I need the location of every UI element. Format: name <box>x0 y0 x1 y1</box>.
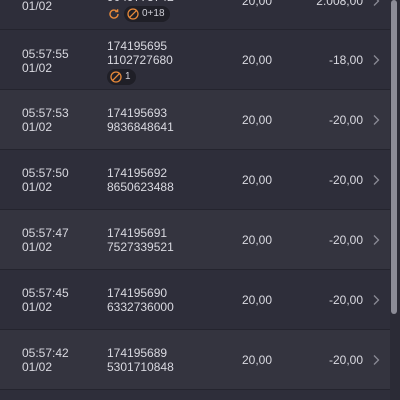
chevron-right-icon[interactable] <box>370 294 382 306</box>
transaction-row[interactable]: 05:57:50 01/02 174195692 8650623488 20,0… <box>0 150 390 210</box>
chevron-right-icon[interactable] <box>370 174 382 186</box>
row-date-value: 01/02 <box>22 360 53 374</box>
bonus-badge: 1 <box>107 69 136 85</box>
row-date-value: 01/02 <box>22 61 53 75</box>
row-bet-id-2: 9836848641 <box>107 120 174 134</box>
row-bet-id-1: 174195691 <box>107 226 168 240</box>
row-bet-id-1: 174195695 <box>107 39 168 53</box>
row-time: 05:57:45 01/02 <box>22 286 69 314</box>
row-stake: 20,00 <box>241 0 272 8</box>
transaction-row[interactable] <box>0 390 390 400</box>
row-stake: 20,00 <box>241 173 272 187</box>
row-time: 05:57:53 01/02 <box>22 106 69 134</box>
transaction-row[interactable]: 05:57:47 01/02 174195691 7527339521 20,0… <box>0 210 390 270</box>
chevron-right-icon[interactable] <box>370 114 382 126</box>
row-date-value: 01/02 <box>22 120 53 134</box>
transaction-row[interactable]: 01/02 9049773742 0+18 20,00 2.008,00 <box>0 0 390 30</box>
row-date-value: 01/02 <box>22 0 53 13</box>
row-ids: 174195693 9836848641 <box>107 106 174 134</box>
row-date-value: 01/02 <box>22 180 53 194</box>
no-entry-icon <box>109 70 123 84</box>
row-result: -20,00 <box>328 293 363 307</box>
row-badges: 1 <box>107 69 173 85</box>
row-time: 05:57:50 01/02 <box>22 166 69 194</box>
bonus-badge: 0+18 <box>124 6 170 22</box>
row-result: -20,00 <box>328 353 363 367</box>
row-bet-id-2: 8650623488 <box>107 180 174 194</box>
transaction-row[interactable]: 05:57:53 01/02 174195693 9836848641 20,0… <box>0 90 390 150</box>
row-time-value: 05:57:50 <box>22 166 69 180</box>
row-time-value: 05:57:47 <box>22 226 69 240</box>
refresh-icon <box>107 7 121 21</box>
row-bet-id-2: 9049773742 <box>107 0 174 4</box>
row-time-value: 05:57:53 <box>22 106 69 120</box>
row-result: -20,00 <box>328 113 363 127</box>
row-time: 05:57:42 01/02 <box>22 346 69 374</box>
row-ids: 174195692 8650623488 <box>107 166 174 194</box>
badge-count: 0+18 <box>142 8 165 19</box>
row-stake: 20,00 <box>241 293 272 307</box>
row-badges: 0+18 <box>107 6 174 22</box>
row-ids: 9049773742 0+18 <box>107 0 174 22</box>
row-bet-id-1: 174195689 <box>107 346 168 360</box>
row-stake: 20,00 <box>241 353 272 367</box>
row-date-value: 01/02 <box>22 300 53 314</box>
row-stake: 20,00 <box>241 113 272 127</box>
transaction-row[interactable]: 05:57:42 01/02 174195689 5301710848 20,0… <box>0 330 390 390</box>
scrollbar[interactable] <box>391 0 397 314</box>
row-stake: 20,00 <box>241 53 272 67</box>
row-bet-id-1: 174195690 <box>107 286 168 300</box>
chevron-right-icon[interactable] <box>370 54 382 66</box>
row-result: -20,00 <box>328 233 363 247</box>
row-bet-id-2: 7527339521 <box>107 240 174 254</box>
chevron-right-icon[interactable] <box>370 0 382 7</box>
row-ids: 174195695 1102727680 1 <box>107 39 173 85</box>
transaction-row[interactable]: 05:57:45 01/02 174195690 6332736000 20,0… <box>0 270 390 330</box>
row-ids: 174195690 6332736000 <box>107 286 174 314</box>
row-bet-id-1: 174195693 <box>107 106 168 120</box>
row-time-value: 05:57:42 <box>22 346 69 360</box>
row-ids: 174195691 7527339521 <box>107 226 174 254</box>
row-bet-id-2: 5301710848 <box>107 360 174 374</box>
row-bet-id-2: 6332736000 <box>107 300 174 314</box>
row-result: -20,00 <box>328 173 363 187</box>
no-entry-icon <box>126 7 140 21</box>
row-date-value: 01/02 <box>22 240 53 254</box>
row-bet-id-2: 1102727680 <box>107 53 173 67</box>
row-stake: 20,00 <box>241 233 272 247</box>
row-result: 2.008,00 <box>316 0 363 8</box>
row-time: 05:57:47 01/02 <box>22 226 69 254</box>
transaction-row[interactable]: 05:57:55 01/02 174195695 1102727680 1 20… <box>0 30 390 90</box>
chevron-right-icon[interactable] <box>370 234 382 246</box>
row-bet-id-1: 174195692 <box>107 166 168 180</box>
row-time-value: 05:57:45 <box>22 286 69 300</box>
row-ids: 174195689 5301710848 <box>107 346 174 374</box>
row-time: 05:57:55 01/02 <box>22 47 69 75</box>
chevron-right-icon[interactable] <box>370 354 382 366</box>
badge-count: 1 <box>125 71 131 82</box>
row-time-value: 05:57:55 <box>22 47 69 61</box>
row-result: -18,00 <box>328 53 363 67</box>
